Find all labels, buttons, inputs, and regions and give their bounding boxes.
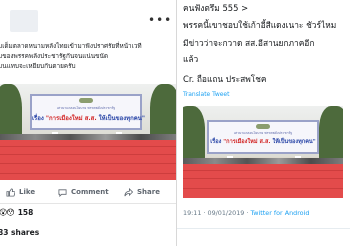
like-label: Like	[19, 188, 36, 196]
tweet-text-line: พรรคนี้เขาชอบใช้เก้าอี้สีแดงเนาะ ชัวร์ไห…	[183, 20, 337, 30]
comment-icon	[58, 188, 67, 197]
post-text: มเต็มตลาดหนามหลังไทยเข้ามาฟังปราศรัยที่ห…	[0, 41, 176, 71]
tweet-timestamp[interactable]: 19:11 · 09/01/2019 ·	[183, 209, 250, 217]
tweet-text-line: มีข่าวว่าจะกวาด สส.อีสานยกภาคอีก	[183, 38, 315, 48]
banner-subtitle: เสวนาแถลงนโยบาย พรรคพลังประชารัฐ	[56, 106, 116, 110]
tweet-text-line: แล้ว	[183, 54, 199, 64]
post-photo[interactable]: เสวนาแถลงนโยบาย พรรคพลังประชารัฐ เรื่อง …	[0, 84, 176, 180]
tweet: คนฟังตรึม 555 > พรรคนี้เขาชอบใช้เก้าอี้ส…	[177, 0, 350, 246]
banner-title-prefix: เรื่อง	[32, 115, 44, 122]
event-banner: เสวนาแถลงนโยบาย พรรคพลังประชารัฐ เรื่อง …	[30, 94, 145, 130]
like-button[interactable]: Like	[6, 181, 35, 203]
post-actions: Like Comment Share	[0, 181, 176, 204]
avatar[interactable]	[10, 10, 38, 32]
translate-tweet-link[interactable]: Translate Tweet	[183, 91, 229, 98]
reaction-emoji-icon: 😮😯	[0, 207, 15, 217]
post-text-line: มเต็มตลาดหนามหลังไทยเข้ามาฟังปราศรัยที่ห…	[0, 42, 142, 50]
event-banner: เสวนาแถลงนโยบาย พรรคพลังประชารัฐ เรื่อง …	[207, 120, 319, 154]
banner-title-prefix: เรื่อง	[210, 139, 222, 145]
share-label: Share	[137, 188, 160, 196]
red-chairs	[0, 140, 176, 180]
banner-title-highlight: "การเมืองใหม่ ส.ส.	[223, 139, 271, 145]
share-count[interactable]: 83 shares	[0, 228, 39, 237]
post-text-line: มของพรรคพลังประชารัฐกันจนแน่นขนัด	[0, 52, 109, 60]
banner-title-suffix: ให้เป็นของทุกคน"	[98, 115, 146, 122]
share-button[interactable]: Share	[124, 181, 160, 203]
banner-title-suffix: ให้เป็นของทุกคน"	[272, 139, 316, 145]
tweet-text-line: คนฟังตรึม 555 >	[183, 3, 249, 13]
tweet-source-link[interactable]: Twitter for Android	[250, 209, 309, 217]
share-icon	[124, 187, 133, 196]
banner-title: เรื่อง "การเมืองใหม่ ส.ส. ให้เป็นของทุกค…	[32, 113, 145, 123]
banner-title-highlight: "การเมืองใหม่ ส.ส.	[45, 115, 97, 122]
red-chairs	[183, 164, 343, 198]
banner-title: เรื่อง "การเมืองใหม่ ส.ส. ให้เป็นของทุกค…	[209, 138, 317, 146]
more-options-icon[interactable]: •••	[148, 13, 172, 27]
event-logo	[79, 98, 93, 103]
tweet-divider	[177, 228, 350, 229]
post-text-line: มนแทบจะเหยียบกันตายครับ	[0, 62, 76, 70]
thumbs-up-icon	[6, 187, 15, 197]
comment-label: Comment	[71, 188, 109, 196]
reaction-count: 158	[17, 207, 34, 217]
post-header: •••	[0, 0, 176, 40]
facebook-post: ••• มเต็มตลาดหนามหลังไทยเข้ามาฟังปราศรัย…	[0, 0, 176, 246]
tweet-metadata: 19:11 · 09/01/2019 · Twitter for Android	[183, 209, 309, 217]
reactions-summary[interactable]: 😮😯 158	[0, 204, 176, 220]
banner-subtitle: เสวนาแถลงนโยบาย พรรคพลังประชารัฐ	[233, 131, 293, 135]
event-logo	[256, 124, 270, 129]
comment-button[interactable]: Comment	[58, 181, 109, 203]
tweet-photo[interactable]: เสวนาแถลงนโยบาย พรรคพลังประชารัฐ เรื่อง …	[183, 106, 343, 198]
tweet-credit: Cr. ถือแถน ประสพโชค	[183, 74, 267, 84]
